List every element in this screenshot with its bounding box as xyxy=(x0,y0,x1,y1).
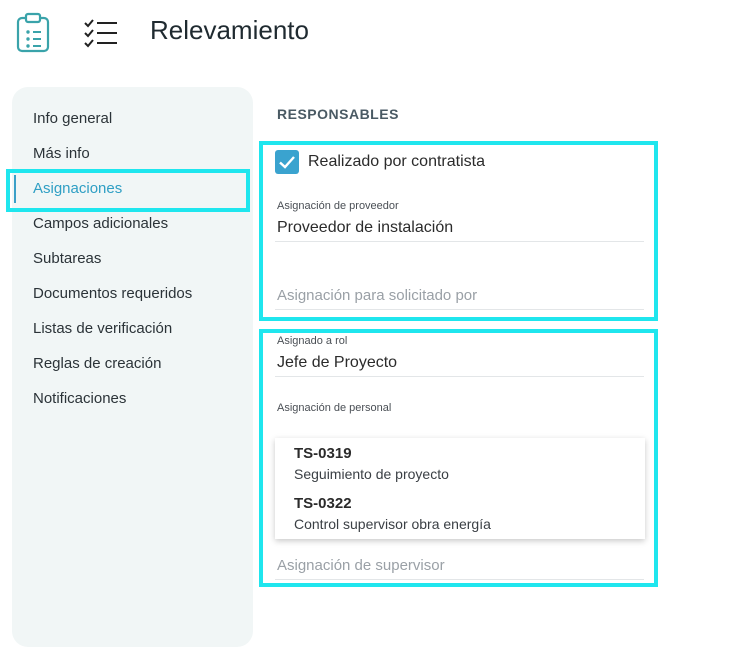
sidebar-item-campos-adicionales[interactable]: Campos adicionales xyxy=(33,215,168,232)
supervisor-field[interactable]: Asignación de supervisor xyxy=(277,557,445,574)
role-field-underline xyxy=(275,376,644,377)
option-code: TS-0319 xyxy=(294,445,352,462)
sidebar-item-notificaciones[interactable]: Notificaciones xyxy=(33,390,126,407)
option-code: TS-0322 xyxy=(294,495,352,512)
provider-assignment-field[interactable]: Proveedor de instalación xyxy=(277,219,453,237)
personnel-dropdown: TS-0319 Seguimiento de proyecto TS-0322 … xyxy=(275,438,645,539)
option-description: Control supervisor obra energía xyxy=(294,516,491,532)
sidebar-item-reglas-creacion[interactable]: Reglas de creación xyxy=(33,355,161,372)
section-title: RESPONSABLES xyxy=(277,106,399,122)
contractor-checkbox-label[interactable]: Realizado por contratista xyxy=(308,153,485,171)
sidebar-item-listas-verificacion[interactable]: Listas de verificación xyxy=(33,320,172,337)
role-assignment-field[interactable]: Jefe de Proyecto xyxy=(277,354,397,372)
dropdown-option[interactable]: TS-0322 Control supervisor obra energía xyxy=(275,488,645,538)
provider-field-underline xyxy=(275,241,644,242)
requested-by-field[interactable]: Asignación para solicitado por xyxy=(277,287,477,304)
checklist-icon xyxy=(83,18,119,48)
supervisor-underline xyxy=(275,579,644,580)
option-description: Seguimiento de proyecto xyxy=(294,466,449,482)
provider-assignment-label: Asignación de proveedor xyxy=(277,200,399,212)
checkmark-icon xyxy=(279,156,295,169)
personnel-assignment-label: Asignación de personal xyxy=(277,402,392,414)
sidebar-item-mas-info[interactable]: Más info xyxy=(33,145,90,162)
page-title: Relevamiento xyxy=(150,15,309,45)
requested-by-underline xyxy=(275,309,644,310)
clipboard-icon[interactable] xyxy=(12,12,54,54)
sidebar-item-info-general[interactable]: Info general xyxy=(33,110,112,127)
selection-highlight xyxy=(6,169,250,212)
contractor-checkbox[interactable] xyxy=(275,150,299,174)
header: Relevamiento xyxy=(0,0,729,70)
sidebar-item-subtareas[interactable]: Subtareas xyxy=(33,250,101,267)
dropdown-option[interactable]: TS-0319 Seguimiento de proyecto xyxy=(275,438,645,488)
sidebar-item-documentos-requeridos[interactable]: Documentos requeridos xyxy=(33,285,192,302)
role-assignment-label: Asignado a rol xyxy=(277,335,348,347)
